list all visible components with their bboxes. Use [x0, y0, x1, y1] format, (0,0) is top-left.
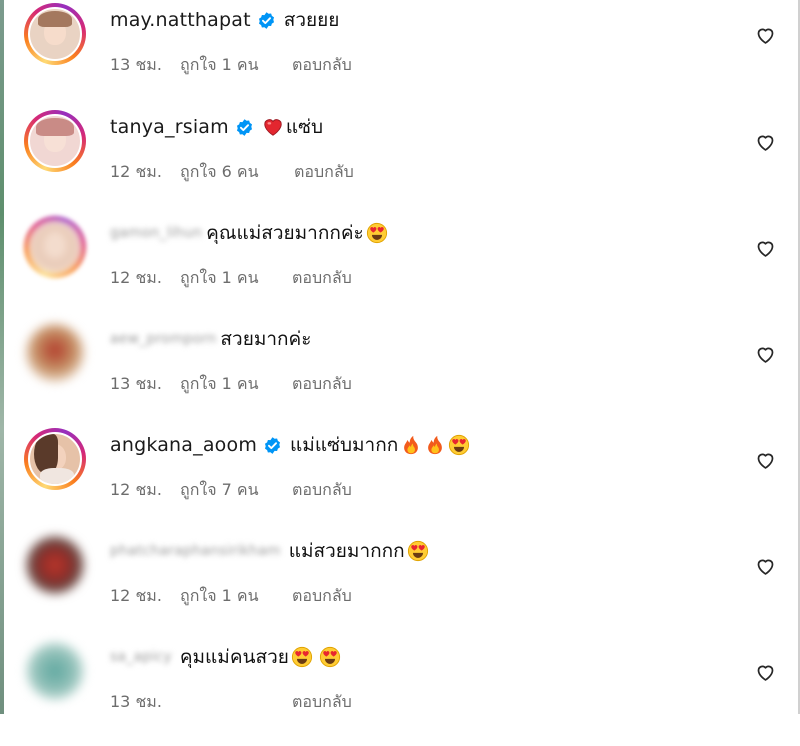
- heart-eyes-emoji: [407, 540, 428, 562]
- heart-outline-icon[interactable]: [755, 238, 776, 259]
- comment-text: แม่สวยมากกก: [288, 540, 405, 562]
- comment-timestamp[interactable]: 12 ชม.: [110, 478, 180, 503]
- comment-like-count[interactable]: ถูกใจ 6 คน: [180, 160, 294, 185]
- comment-text: สวยมากค่ะ: [220, 328, 312, 350]
- heart-eyes-emoji: [366, 222, 387, 244]
- avatar: [26, 324, 84, 382]
- comment-like-count[interactable]: ถูกใจ 1 คน: [180, 584, 292, 609]
- comment-text: แซ่บ: [285, 116, 324, 138]
- avatar: [28, 114, 82, 168]
- reply-button[interactable]: ตอบกลับ: [292, 478, 352, 503]
- reply-button[interactable]: ตอบกลับ: [294, 160, 354, 185]
- comment-username[interactable]: gamon_lihun: [110, 225, 202, 241]
- reply-button[interactable]: ตอบกลับ: [292, 266, 352, 291]
- heart-outline-icon[interactable]: [755, 450, 776, 471]
- fire-emoji: [404, 435, 419, 455]
- comment-item: sa_apicy คุมแม่คนสวย 13 ชม. ตอบกลับ: [0, 640, 800, 746]
- avatar: [28, 220, 82, 274]
- comment-item: tanya_rsiam แซ่บ 12 ชม. ถูกใจ 6 คน ตอบกล…: [0, 110, 800, 216]
- heart-eyes-emoji: [291, 646, 313, 668]
- comment-item: angkana_aoom แม่แซ่บมากก 12 ชม. ถูกใจ 7 …: [0, 428, 800, 534]
- comment-timestamp[interactable]: 13 ชม.: [110, 53, 180, 78]
- comment-like-count[interactable]: ถูกใจ 7 คน: [180, 478, 292, 503]
- heart-outline-icon[interactable]: [755, 132, 776, 153]
- comment-username[interactable]: may.natthapat: [110, 9, 251, 31]
- comment-username[interactable]: angkana_aoom: [110, 434, 257, 456]
- avatar-wrapper[interactable]: [24, 640, 86, 702]
- comment-item: gamon_lihun คุณแม่สวยมากกค่ะ 12 ชม. ถูกใ…: [0, 216, 800, 322]
- comment-text: คุณแม่สวยมากกค่ะ: [206, 222, 364, 244]
- avatar: [28, 432, 82, 486]
- reply-button[interactable]: ตอบกลับ: [292, 584, 352, 609]
- fire-emoji: [428, 435, 443, 455]
- avatar-story-ring[interactable]: [24, 428, 86, 490]
- comment-username[interactable]: aew_promporn: [110, 331, 216, 347]
- heart-outline-icon[interactable]: [755, 344, 776, 365]
- comment-item: may.natthapat สวยยย 13 ชม. ถูกใจ 1 คน ตอ…: [0, 3, 800, 109]
- comment-timestamp[interactable]: 12 ชม.: [110, 266, 180, 291]
- avatar: [26, 642, 84, 700]
- comment-timestamp[interactable]: 13 ชม.: [110, 690, 180, 715]
- comment-username[interactable]: tanya_rsiam: [110, 116, 229, 138]
- avatar-story-ring[interactable]: [24, 3, 86, 65]
- comment-timestamp[interactable]: 13 ชม.: [110, 372, 180, 397]
- heart-outline-icon[interactable]: [755, 556, 776, 577]
- red-heart-emoji: [264, 119, 282, 136]
- comment-timestamp[interactable]: 12 ชม.: [110, 160, 180, 185]
- heart-outline-icon[interactable]: [755, 662, 776, 683]
- comment-text: สวยยย: [283, 9, 340, 31]
- avatar-wrapper[interactable]: [24, 534, 86, 596]
- avatar-story-ring[interactable]: [24, 216, 86, 278]
- avatar-wrapper[interactable]: [24, 322, 86, 384]
- comment-username[interactable]: sa_apicy: [110, 649, 172, 665]
- heart-eyes-emoji: [319, 646, 341, 668]
- comment-item: aew_promporn สวยมากค่ะ 13 ชม. ถูกใจ 1 คน…: [0, 322, 800, 428]
- comment-text: คุมแม่คนสวย: [179, 646, 289, 668]
- comment-like-count[interactable]: ถูกใจ 1 คน: [180, 266, 292, 291]
- comment-username[interactable]: phatcharaphansirikham: [110, 543, 281, 559]
- reply-button[interactable]: ตอบกลับ: [292, 53, 352, 78]
- verified-badge-icon: [236, 118, 252, 136]
- comment-timestamp[interactable]: 12 ชม.: [110, 584, 180, 609]
- verified-badge-icon: [258, 11, 274, 29]
- reply-button[interactable]: ตอบกลับ: [292, 372, 352, 397]
- comment-like-count[interactable]: ถูกใจ 1 คน: [180, 53, 292, 78]
- comment-item: phatcharaphansirikham แม่สวยมากกก 12 ชม.…: [0, 534, 800, 640]
- comment-text: แม่แซ่บมากก: [290, 434, 399, 456]
- comment-like-count[interactable]: [180, 690, 292, 715]
- heart-outline-icon[interactable]: [755, 25, 776, 46]
- reply-button[interactable]: ตอบกลับ: [292, 690, 352, 715]
- avatar: [26, 536, 84, 594]
- heart-eyes-emoji: [449, 434, 470, 456]
- comment-like-count[interactable]: ถูกใจ 1 คน: [180, 372, 292, 397]
- avatar: [28, 7, 82, 61]
- avatar-story-ring[interactable]: [24, 110, 86, 172]
- verified-badge-icon: [265, 436, 281, 454]
